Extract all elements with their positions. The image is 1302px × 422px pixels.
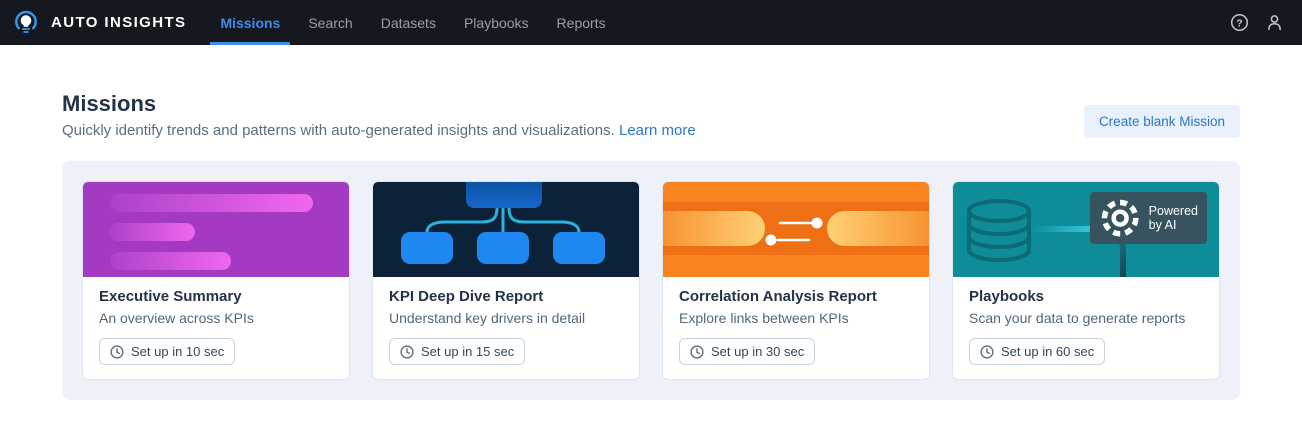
card-title: Playbooks: [969, 288, 1203, 305]
bar-chart-shape: [110, 194, 313, 212]
nav-item-search[interactable]: Search: [308, 0, 352, 45]
card-body: Correlation Analysis Report Explore link…: [663, 277, 929, 379]
card-kpi-deep-dive[interactable]: KPI Deep Dive Report Understand key driv…: [372, 181, 640, 380]
correlation-analysis-art: [663, 182, 929, 277]
nav-item-playbooks[interactable]: Playbooks: [464, 0, 529, 45]
brand-title: AUTO INSIGHTS: [51, 14, 186, 31]
card-body: Playbooks Scan your data to generate rep…: [953, 277, 1219, 379]
card-body: Executive Summary An overview across KPI…: [83, 277, 349, 379]
card-body: KPI Deep Dive Report Understand key driv…: [373, 277, 639, 379]
page-title: Missions: [62, 90, 696, 117]
bar-chart-shape: [110, 252, 231, 270]
app-window: AUTO INSIGHTS Missions Search Datasets P…: [0, 0, 1302, 422]
powered-by-ai-badge: Powered by AI: [1090, 192, 1207, 244]
flowchart-graphic: [373, 182, 639, 277]
card-description: Explore links between KPIs: [679, 310, 913, 326]
card-description: Scan your data to generate reports: [969, 310, 1203, 326]
playbooks-art: Powered by AI: [953, 182, 1219, 277]
subtitle-text: Quickly identify trends and patterns wit…: [62, 122, 615, 139]
card-title: Executive Summary: [99, 288, 333, 305]
nav-right-icons: ?: [1230, 13, 1284, 32]
main-content: Missions Quickly identify trends and pat…: [0, 90, 1302, 400]
svg-text:?: ?: [1236, 17, 1242, 29]
nav-item-missions[interactable]: Missions: [220, 0, 280, 45]
nav-item-reports[interactable]: Reports: [557, 0, 606, 45]
clock-icon: [400, 345, 414, 359]
setup-time-chip: Set up in 60 sec: [969, 338, 1105, 365]
help-circle-icon[interactable]: ?: [1230, 13, 1249, 32]
top-nav: AUTO INSIGHTS Missions Search Datasets P…: [0, 0, 1302, 45]
setup-time-chip: Set up in 30 sec: [679, 338, 815, 365]
card-description: An overview across KPIs: [99, 310, 333, 326]
gear-icon: [1098, 196, 1142, 240]
kpi-deep-dive-art: [373, 182, 639, 277]
card-correlation-analysis[interactable]: Correlation Analysis Report Explore link…: [662, 181, 930, 380]
page-header-text: Missions Quickly identify trends and pat…: [62, 90, 696, 139]
lightbulb-logo-icon[interactable]: [13, 10, 39, 36]
learn-more-link[interactable]: Learn more: [619, 122, 696, 139]
clock-icon: [980, 345, 994, 359]
nav-item-datasets[interactable]: Datasets: [381, 0, 436, 45]
setup-time-chip: Set up in 10 sec: [99, 338, 235, 365]
card-playbooks[interactable]: Powered by AI Playbooks Scan your data t…: [952, 181, 1220, 380]
clock-icon: [690, 345, 704, 359]
powered-by-ai-label: Powered by AI: [1149, 204, 1198, 232]
links-graphic: [663, 182, 929, 277]
setup-time-label: Set up in 30 sec: [711, 344, 804, 359]
card-executive-summary[interactable]: Executive Summary An overview across KPI…: [82, 181, 350, 380]
card-description: Understand key drivers in detail: [389, 310, 623, 326]
bar-chart-shape: [110, 223, 195, 241]
clock-icon: [110, 345, 124, 359]
setup-time-chip: Set up in 15 sec: [389, 338, 525, 365]
card-title: KPI Deep Dive Report: [389, 288, 623, 305]
setup-time-label: Set up in 60 sec: [1001, 344, 1094, 359]
setup-time-label: Set up in 15 sec: [421, 344, 514, 359]
nav-links: Missions Search Datasets Playbooks Repor…: [220, 0, 605, 45]
page-header: Missions Quickly identify trends and pat…: [62, 90, 1240, 139]
page-subtitle: Quickly identify trends and patterns wit…: [62, 122, 696, 139]
user-icon[interactable]: [1265, 13, 1284, 32]
setup-time-label: Set up in 10 sec: [131, 344, 224, 359]
card-title: Correlation Analysis Report: [679, 288, 913, 305]
executive-summary-art: [83, 182, 349, 277]
mission-templates-panel: Executive Summary An overview across KPI…: [62, 161, 1240, 400]
create-blank-mission-button[interactable]: Create blank Mission: [1084, 105, 1240, 138]
